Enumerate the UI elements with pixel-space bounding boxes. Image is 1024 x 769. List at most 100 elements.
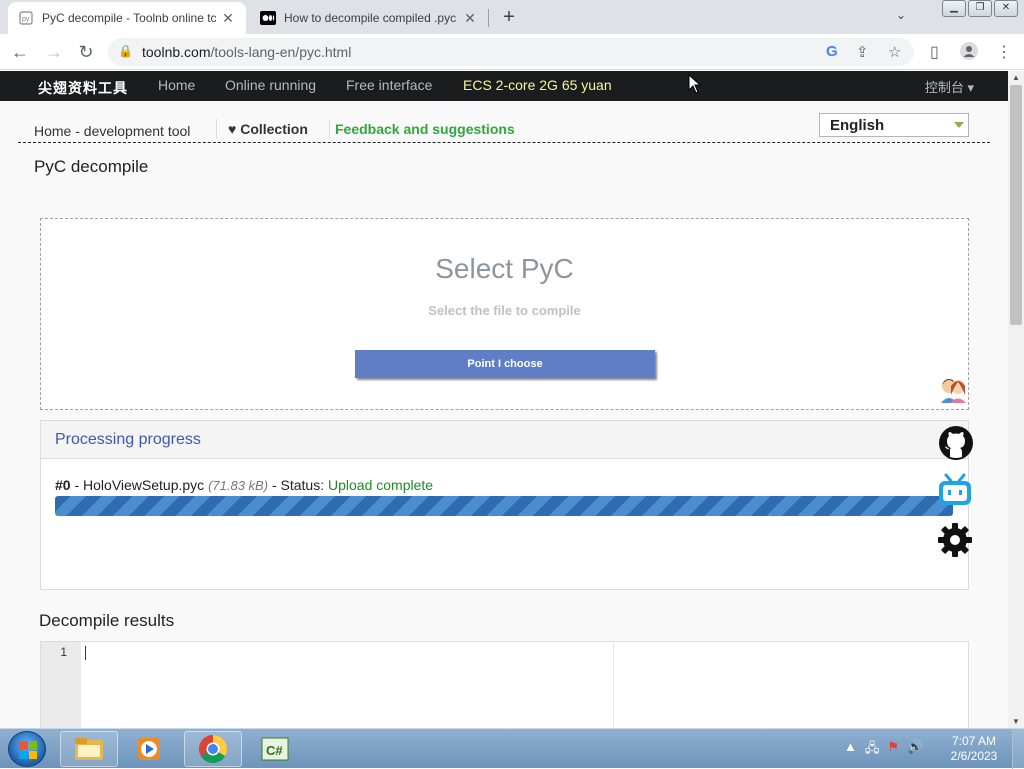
browser-toolbar: ← → ↻ 🔒 toolnb.com/tools-lang-en/pyc.htm… [0, 34, 1024, 70]
taskbar-clock[interactable]: 7:07 AM 2/6/2023 [944, 734, 1004, 764]
chrome-menu-icon[interactable]: ⋮ [996, 42, 1012, 62]
caret-down-icon: ▾ [967, 80, 974, 95]
nav-online-running[interactable]: Online running [225, 77, 316, 93]
site-logo[interactable]: 尖翅资料工具 [38, 78, 128, 98]
tab-pyc-decompile[interactable]: py PyC decompile - Toolnb online tc ✕ [8, 2, 246, 34]
text-cursor [85, 646, 86, 660]
profile-avatar-icon[interactable] [960, 42, 978, 65]
nav-free-interface[interactable]: Free interface [346, 77, 432, 93]
csharp-icon: C# [261, 737, 289, 761]
show-hidden-icons-arrow-icon[interactable]: ▲ [844, 739, 857, 761]
tab-separator [488, 9, 489, 27]
nav-ecs-promo[interactable]: ECS 2-core 2G 65 yuan [463, 77, 612, 93]
divider [216, 119, 217, 139]
svg-text:py: py [22, 16, 30, 23]
toolnb-favicon-icon: py [18, 10, 34, 26]
console-menu[interactable]: 控制台 ▾ [925, 77, 974, 96]
tab-title: How to decompile compiled .pyc [284, 11, 457, 25]
page-scrollbar[interactable]: ▲ ▼ [1008, 71, 1024, 728]
address-bar[interactable]: 🔒 toolnb.com/tools-lang-en/pyc.html G ⇪ … [108, 38, 914, 66]
progress-item: #0 - HoloViewSetup.pyc (71.83 kB) - Stat… [55, 477, 433, 493]
customer-service-icon[interactable] [937, 372, 969, 404]
media-player-icon [138, 738, 160, 760]
status-value: Upload complete [327, 477, 434, 493]
page-title: PyC decompile [34, 157, 149, 176]
dropdown-arrow-icon [954, 122, 964, 128]
line-number-gutter: 1 [41, 642, 81, 728]
scrollbar-thumb[interactable] [1010, 85, 1022, 325]
breadcrumb-home[interactable]: Home - development tool [34, 123, 190, 139]
network-icon[interactable]: 🖧 [865, 739, 880, 761]
bookmark-star-icon[interactable]: ☆ [888, 43, 901, 61]
heart-icon: ♥ [228, 121, 237, 137]
side-panel-icon[interactable]: ▯ [930, 42, 939, 62]
media-player-taskbar-button[interactable] [120, 731, 178, 767]
breadcrumb-row: Home - development tool ♥ Collection Fee… [18, 113, 990, 143]
folder-icon [75, 738, 103, 760]
github-icon[interactable] [937, 424, 975, 462]
clock-time: 7:07 AM [951, 734, 997, 748]
progress-heading: Processing progress [41, 421, 968, 459]
dropzone-subtitle: Select the file to compile [428, 303, 581, 318]
collection-link[interactable]: ♥ Collection [228, 121, 308, 137]
choose-file-button[interactable]: Point I choose [355, 350, 655, 378]
close-tab-icon[interactable]: ✕ [220, 10, 236, 27]
tab-title: PyC decompile - Toolnb online tc [42, 11, 217, 25]
url-text[interactable]: toolnb.com/tools-lang-en/pyc.html [142, 44, 351, 60]
scroll-up-arrow-icon[interactable]: ▲ [1012, 73, 1020, 82]
status-label: - Status: [268, 477, 328, 493]
file-name: HoloViewSetup.pyc [83, 477, 205, 493]
show-desktop-button[interactable] [1012, 729, 1024, 769]
clock-date: 2/6/2023 [950, 749, 998, 763]
url-host: toolnb.com [142, 44, 211, 60]
item-index: #0 [55, 477, 71, 493]
feedback-link[interactable]: Feedback and suggestions [335, 121, 515, 137]
action-center-flag-icon[interactable]: ⚑ [887, 739, 899, 761]
close-tab-icon[interactable]: ✕ [462, 10, 478, 27]
forward-arrow-icon[interactable]: → [42, 40, 66, 64]
language-select[interactable]: English [819, 113, 969, 137]
dropzone-title: Select PyC [435, 253, 574, 284]
code-editor[interactable]: 1 [40, 641, 969, 728]
top-navigation: 尖翅资料工具 Home Online running Free interfac… [0, 71, 1008, 101]
browser-tab-strip: py PyC decompile - Toolnb online tc ✕ Ho… [0, 0, 1024, 34]
google-translate-icon[interactable]: G [826, 43, 838, 60]
volume-icon[interactable]: 🔊 [907, 739, 923, 761]
separator: - [70, 477, 84, 493]
chrome-icon [199, 735, 227, 763]
medium-favicon-icon [260, 10, 276, 26]
reload-icon[interactable]: ↻ [74, 40, 98, 64]
url-path: /tools-lang-en/pyc.html [210, 44, 352, 60]
share-icon[interactable]: ⇪ [856, 43, 869, 61]
lock-icon[interactable]: 🔒 [118, 44, 133, 58]
csharp-app-taskbar-button[interactable]: C# [246, 731, 304, 767]
console-label: 控制台 [924, 80, 964, 95]
print-margin [613, 642, 614, 728]
minimize-button[interactable]: ▁ [942, 0, 966, 17]
tab-search-chevron-icon[interactable]: ⌄ [896, 8, 906, 22]
collection-label: Collection [240, 121, 308, 137]
settings-gear-icon[interactable] [937, 522, 973, 558]
close-window-button[interactable]: ✕ [994, 0, 1018, 17]
restore-button[interactable]: ❐ [968, 0, 992, 17]
nav-home[interactable]: Home [158, 77, 195, 93]
language-selected-value: English [830, 117, 885, 134]
system-tray: ▲ 🖧 ⚑ 🔊 [844, 739, 923, 761]
chrome-taskbar-button[interactable] [184, 731, 242, 767]
svg-text:C#: C# [266, 743, 283, 758]
progress-bar [55, 496, 953, 516]
window-controls: ▁ ❐ ✕ [942, 0, 1018, 17]
file-size: (71.83 kB) [208, 478, 269, 493]
results-heading: Decompile results [39, 611, 175, 630]
processing-progress-panel: Processing progress #0 - HoloViewSetup.p… [40, 420, 969, 590]
windows-logo-icon [19, 741, 37, 759]
file-explorer-taskbar-button[interactable] [60, 731, 118, 767]
scroll-down-arrow-icon[interactable]: ▼ [1012, 717, 1020, 726]
start-button[interactable] [8, 731, 46, 767]
file-drop-zone[interactable]: Select PyC Select the file to compile Po… [40, 218, 969, 410]
new-tab-button[interactable]: + [497, 6, 521, 30]
bilibili-tv-icon[interactable] [937, 473, 973, 507]
back-arrow-icon[interactable]: ← [8, 40, 32, 64]
windows-taskbar: C# ▲ 🖧 ⚑ 🔊 7:07 AM 2/6/2023 [0, 728, 1024, 769]
tab-how-to-decompile[interactable]: How to decompile compiled .pyc ✕ [250, 2, 488, 34]
